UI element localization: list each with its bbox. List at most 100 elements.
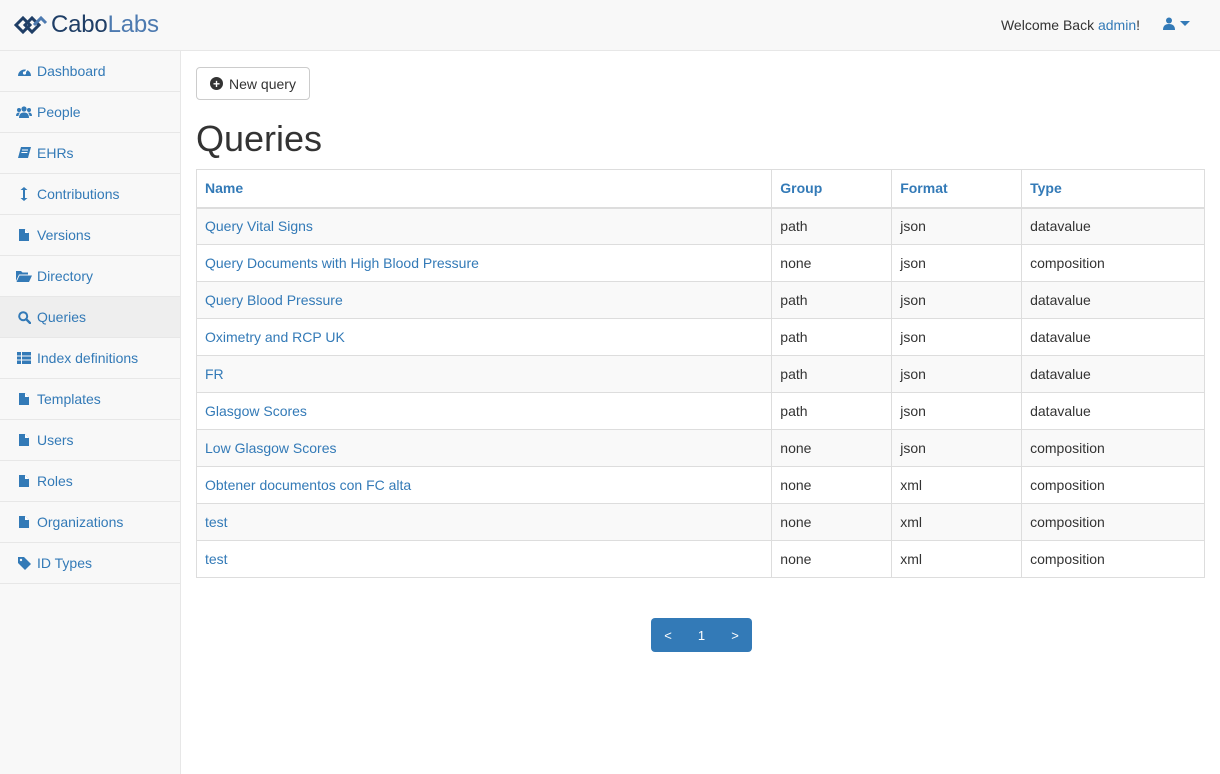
query-name-link[interactable]: Obtener documentos con FC alta [205,477,411,493]
query-type-cell: datavalue [1021,207,1205,245]
query-group-cell: none [771,466,893,504]
book-icon [16,146,32,160]
column-header-group[interactable]: Group [771,169,893,209]
query-name-link[interactable]: Oximetry and RCP UK [205,329,345,345]
query-format-cell: xml [891,540,1023,578]
query-name-link[interactable]: test [205,551,228,567]
query-type-cell: composition [1021,466,1205,504]
welcome-suffix: ! [1136,17,1140,33]
query-format-cell: xml [891,466,1023,504]
query-name-link[interactable]: Query Vital Signs [205,218,313,234]
sidebar-item-label: Users [37,432,74,448]
caret-down-icon [1180,20,1190,26]
query-type-cell: datavalue [1021,281,1205,319]
table-row: FR path json datavalue [195,355,1205,393]
sidebar-item-label: Organizations [37,514,124,530]
pagination: < 1 > [651,618,752,652]
query-name-link[interactable]: test [205,514,228,530]
table-row: Glasgow Scores path json datavalue [195,392,1205,430]
sidebar-item-index-definitions[interactable]: Index definitions [0,338,180,379]
brand-name-labs: Labs [107,11,159,38]
query-name-link[interactable]: Glasgow Scores [205,403,307,419]
sidebar-item-dashboard[interactable]: Dashboard [0,51,180,92]
file-icon [16,515,32,529]
column-header-type[interactable]: Type [1021,169,1205,209]
users-icon [16,105,32,119]
pagination-page-1[interactable]: 1 [685,618,718,652]
sidebar-item-versions[interactable]: Versions [0,215,180,256]
query-name-link[interactable]: Query Blood Pressure [205,292,343,308]
query-type-cell: datavalue [1021,355,1205,393]
query-type-cell: composition [1021,503,1205,541]
query-type-cell: composition [1021,540,1205,578]
query-group-cell: path [771,281,893,319]
user-icon [1163,17,1175,30]
sidebar-item-label: People [37,104,81,120]
query-name-link[interactable]: Low Glasgow Scores [205,440,337,456]
table-row: Obtener documentos con FC alta none xml … [195,466,1205,504]
sidebar-nav: Dashboard People EHRs Contributions Vers… [0,51,181,774]
sidebar-item-label: Dashboard [37,63,106,79]
folder-open-icon [16,269,32,283]
table-row: Query Blood Pressure path json datavalue [195,281,1205,319]
page-title: Queries [196,118,323,159]
table-icon [16,351,32,365]
brand-logo[interactable]: CaboLabs [14,12,159,38]
query-type-cell: composition [1021,429,1205,467]
sidebar-item-label: Versions [37,227,91,243]
sidebar-item-roles[interactable]: Roles [0,461,180,502]
sidebar-item-templates[interactable]: Templates [0,379,180,420]
sidebar-item-label: Index definitions [37,350,139,366]
query-group-cell: none [771,503,893,541]
top-navbar: CaboLabs Welcome Back admin! [0,0,1220,51]
sidebar-item-label: Directory [37,268,94,284]
new-query-label: New query [229,75,296,92]
query-group-cell: none [771,540,893,578]
table-row: Low Glasgow Scores none json composition [195,429,1205,467]
sidebar-item-ehrs[interactable]: EHRs [0,133,180,174]
query-format-cell: json [891,207,1023,245]
query-format-cell: json [891,281,1023,319]
table-row: test none xml composition [195,503,1205,541]
new-query-button[interactable]: + New query [196,67,310,100]
sidebar-item-contributions[interactable]: Contributions [0,174,180,215]
tag-icon [16,556,32,570]
sidebar-item-queries[interactable]: Queries [0,297,180,338]
query-group-cell: none [771,429,893,467]
file-icon [16,392,32,406]
query-group-cell: none [771,244,893,282]
plus-circle-icon: + [210,77,224,90]
column-header-name[interactable]: Name [195,169,773,209]
column-header-format[interactable]: Format [891,169,1023,209]
pagination-prev-button[interactable]: < [651,618,685,652]
query-format-cell: json [891,355,1023,393]
query-format-cell: json [891,244,1023,282]
query-type-cell: datavalue [1021,318,1205,356]
brand-name-cabo: Cabo [51,11,108,38]
query-type-cell: composition [1021,244,1205,282]
query-format-cell: json [891,318,1023,356]
sidebar-item-directory[interactable]: Directory [0,256,180,297]
sidebar-item-label: Templates [37,391,101,407]
pagination-next-button[interactable]: > [718,618,752,652]
query-name-link[interactable]: Query Documents with High Blood Pressure [205,255,479,271]
table-row: Oximetry and RCP UK path json datavalue [195,318,1205,356]
query-format-cell: json [891,429,1023,467]
welcome-prefix: Welcome Back [1000,17,1098,33]
dashboard-icon [16,64,32,78]
query-name-link[interactable]: FR [205,366,224,382]
query-group-cell: path [771,392,893,430]
table-row: Query Documents with High Blood Pressure… [195,244,1205,282]
query-type-cell: datavalue [1021,392,1205,430]
sidebar-item-organizations[interactable]: Organizations [0,502,180,543]
vertical-arrows-icon [16,187,32,201]
query-group-cell: path [771,355,893,393]
sidebar-item-people[interactable]: People [0,92,180,133]
username-link[interactable]: admin [1098,17,1136,33]
query-format-cell: json [891,392,1023,430]
table-row: test none xml composition [195,540,1205,578]
user-dropdown-toggle[interactable] [1163,17,1190,30]
sidebar-item-label: Queries [37,309,87,325]
sidebar-item-users[interactable]: Users [0,420,180,461]
sidebar-item-id-types[interactable]: ID Types [0,543,180,584]
